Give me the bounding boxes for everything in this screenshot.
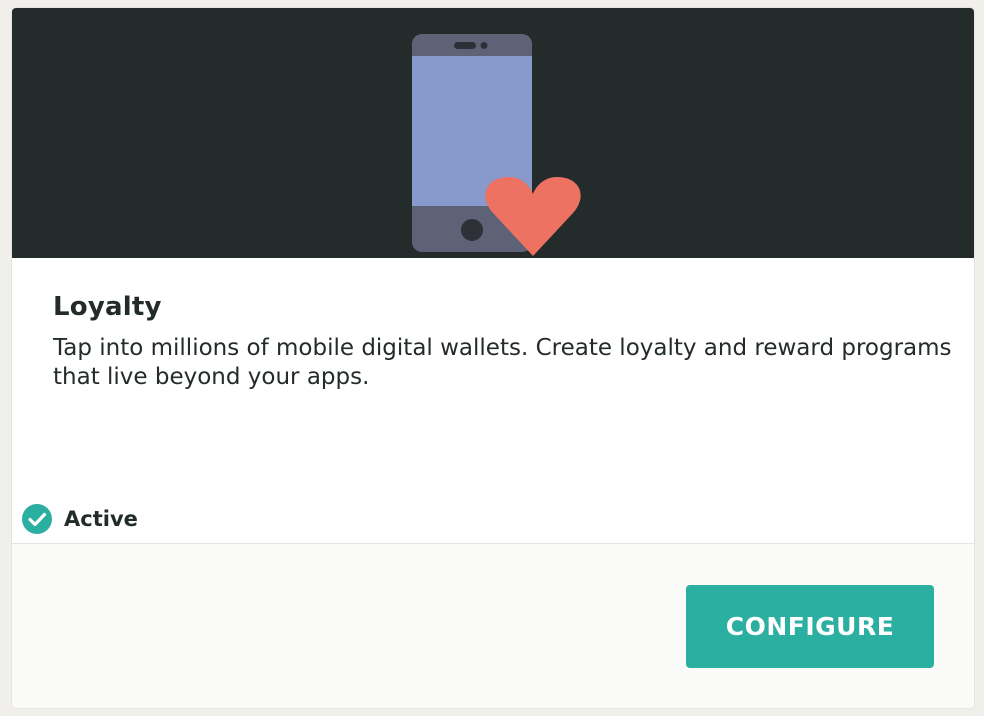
card-title: Loyalty (53, 292, 162, 322)
phone-heart-illustration (412, 34, 581, 256)
status-label: Active (64, 507, 138, 531)
configure-button[interactable]: CONFIGURE (686, 585, 934, 668)
check-circle-icon (22, 504, 52, 534)
card-footer: CONFIGURE (12, 543, 974, 708)
status-indicator: Active (22, 504, 138, 534)
hero-banner (12, 8, 974, 258)
loyalty-card: Loyalty Tap into millions of mobile digi… (12, 8, 974, 708)
card-content: Loyalty Tap into millions of mobile digi… (12, 258, 974, 543)
card-description: Tap into millions of mobile digital wall… (53, 335, 952, 390)
